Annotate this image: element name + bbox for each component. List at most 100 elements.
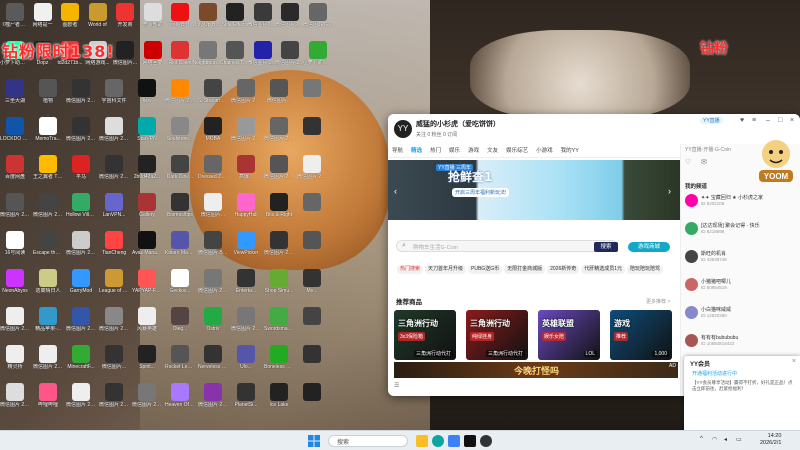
desktop-icon[interactable] — [297, 306, 327, 342]
desktop-icon[interactable]: 微信图片 2026-01... — [275, 40, 305, 76]
desktop-icon[interactable]: Kibaro Mansion — [165, 230, 195, 266]
search-tag[interactable]: 天刀首年月升级 — [425, 265, 467, 274]
desktop-icon[interactable]: 微信图片 2026... — [198, 382, 228, 418]
desktop-icon[interactable]: 《噬尸者》出现 — [0, 2, 30, 38]
desktop-icon[interactable]: Heaven Of Canyon — [165, 382, 195, 418]
desktop-icon[interactable]: 微信图片... — [198, 192, 228, 228]
yy-vip-notification[interactable]: YY会员 × 开通福利活动进行中 【YY会员尊享活动】赢得不打折，好礼是正品！点… — [684, 356, 800, 430]
desktop-icon[interactable] — [297, 192, 327, 228]
desktop-icon[interactable]: TianCheng — [99, 230, 129, 266]
channel-item[interactable]: 小白猫咪威威 ID 12820290 — [685, 304, 797, 322]
desktop-icon[interactable]: 微信图片 2025011... — [99, 306, 129, 342]
desktop-icon[interactable]: 微信图片202601... — [248, 2, 278, 38]
channel-item[interactable]: 斯旺的机肖 ID 43539748 — [685, 248, 797, 266]
desktop-icon[interactable]: 王之翼者 The King — [33, 154, 63, 190]
desktop-icon[interactable] — [297, 382, 327, 418]
desktop-icon[interactable]: 微信图片 2026... — [297, 154, 327, 190]
desktop-icon[interactable]: Nerveless Centre — [198, 344, 228, 380]
gift-icon[interactable]: ♥ — [740, 117, 744, 124]
desktop-icon[interactable]: 微信图片 20251102... — [165, 78, 195, 114]
desktop-icon[interactable]: 16号阅读 — [0, 230, 30, 266]
desktop-icon[interactable]: MemoTra... — [33, 116, 63, 152]
hot-search-label[interactable]: 热门搜索 — [397, 265, 424, 274]
game-mall-button[interactable]: 游戏商城 — [628, 242, 670, 252]
search-tag[interactable]: 无限打金商城版 — [504, 265, 546, 274]
desktop-icon[interactable]: 图欧者 — [55, 2, 85, 38]
minimize-icon[interactable]: – — [766, 117, 770, 124]
desktop-icon[interactable]: Ice Lake — [264, 382, 294, 418]
desktop-icon[interactable]: Ulo... — [231, 344, 261, 380]
desktop-icon[interactable]: Spirit... — [132, 344, 162, 380]
desktop-icon[interactable]: 微信图片 2025... — [33, 344, 63, 380]
volume-icon[interactable]: ◂ — [724, 436, 727, 443]
clock[interactable]: 14:20 2026/2/1 — [760, 433, 781, 447]
banner-prev-icon[interactable]: ‹ — [394, 186, 397, 196]
desktop-icon[interactable]: HappyHall — [231, 192, 261, 228]
desktop-icon[interactable]: Soulstone... — [165, 116, 195, 152]
desktop-icon[interactable]: 网络是一 — [28, 2, 58, 38]
desktop-icon[interactable]: 微信图片 20250... — [264, 154, 294, 190]
desktop-icon[interactable]: 微信图片 20250... — [198, 268, 228, 304]
desktop-icon[interactable]: Riot Client — [165, 40, 195, 76]
desktop-icon[interactable]: 相片 — [132, 78, 162, 114]
yy-tab[interactable]: 小游戏 — [536, 144, 553, 158]
desktop-icon[interactable]: 微信图片 20250... — [66, 116, 96, 152]
desktop-icon[interactable]: 微信图片 2025-08... — [66, 78, 96, 114]
search-tag[interactable]: 2026新传奇 — [547, 265, 580, 274]
desktop-icon[interactable]: Mo... — [297, 268, 327, 304]
desktop-icon[interactable]: 微信图片 2025110... — [248, 40, 278, 76]
search-tag[interactable]: PUBG送G币 — [468, 265, 503, 274]
taskbar-search[interactable]: 搜索 — [328, 435, 408, 447]
desktop-icon[interactable]: 开源部的 — [138, 2, 168, 38]
yy-logo[interactable]: YY — [394, 120, 412, 138]
store-icon[interactable] — [448, 435, 460, 447]
desktop-icon[interactable]: 网易云音 — [165, 2, 195, 38]
desktop-icon[interactable]: 精灵桥 — [0, 344, 30, 380]
yy-tab[interactable]: 娱乐综艺 — [506, 144, 528, 158]
gcoin-search-input[interactable]: ⌕ 购物车生活G-Coin — [396, 240, 618, 252]
file-explorer-icon[interactable] — [416, 435, 428, 447]
wifi-icon[interactable]: ◠ — [712, 436, 717, 443]
desktop-icon[interactable] — [297, 116, 327, 152]
yy-taskbar-icon[interactable] — [480, 435, 492, 447]
desktop-icon[interactable]: 微信图片 2025112... — [264, 230, 294, 266]
desktop-icon[interactable]: 微信图片 2025011... — [66, 306, 96, 342]
search-button[interactable]: 搜索 — [594, 242, 618, 252]
desktop-icon[interactable]: Ostriv — [198, 306, 228, 342]
channel-item[interactable]: 有有有bubububu ID 10684818422 — [685, 332, 797, 350]
desktop-icon[interactable]: GarryMod — [66, 268, 96, 304]
channel-item[interactable]: 小猪猪吧唧儿 ID 50954519 — [685, 276, 797, 294]
yy-tab[interactable]: 热门 — [430, 144, 441, 158]
desktop-icon[interactable]: 网络回复 — [138, 40, 168, 76]
desktop-icon[interactable] — [297, 344, 327, 380]
desktop-icon[interactable]: LOCKDO Protocol — [0, 116, 30, 152]
desktop-icon[interactable]: Neighbours back From — [193, 40, 223, 76]
desktop-icon[interactable]: Hollow Village — [66, 192, 96, 228]
desktop-icon[interactable]: 2b0d42a2... — [132, 154, 162, 190]
desktop-icon[interactable]: 微信图片 20251102... — [231, 78, 261, 114]
desktop-icon[interactable]: 微信图片 2025101... — [66, 230, 96, 266]
message-icon[interactable]: ✉ — [701, 158, 707, 166]
desktop-icon[interactable]: Dressed Zero — [198, 154, 228, 190]
desktop-icon[interactable]: 小萝卜助手(Cross... — [303, 40, 333, 76]
desktop-icon[interactable]: 微信图片 2025... — [66, 382, 96, 418]
desktop-icon[interactable]: 逃离晴日人 — [33, 268, 63, 304]
desktop-icon[interactable]: 风暴英雄 — [132, 306, 162, 342]
desktop-icon[interactable]: Rocket League — [165, 344, 195, 380]
desktop-icon[interactable]: Geckos... — [165, 268, 195, 304]
desktop-icon[interactable]: PlanetSi... — [231, 382, 261, 418]
desktop-icon[interactable] — [297, 230, 327, 266]
desktop-icon[interactable]: Dark Cine... — [165, 154, 195, 190]
desktop-icon[interactable]: LanVPN... — [99, 192, 129, 228]
yy-tab[interactable]: 精选 — [411, 144, 422, 158]
desktop-icon[interactable]: NeonAbyss — [0, 268, 30, 304]
desktop-icon[interactable]: YAPYAP-Fre... — [132, 268, 162, 304]
desktop-icon[interactable]: 微信图片 2025091... — [0, 306, 30, 342]
product-card[interactable]: 游戏 推荐 1,000 — [610, 310, 672, 360]
channel-item[interactable]: ✦✦ 宝藏回归 ★ 小杉虎之家 ID 5202108 — [685, 192, 797, 210]
desktop-icon[interactable]: 微信图片 2026... — [231, 116, 261, 152]
desktop-icon[interactable]: 微信图片 2025... — [0, 382, 30, 418]
desktop-icon[interactable]: 微信图片 2025... — [99, 382, 129, 418]
ad-banner[interactable]: 今晚打怪吗 AD — [394, 362, 678, 378]
desktop-icon[interactable]: Shop Simu... — [264, 268, 294, 304]
